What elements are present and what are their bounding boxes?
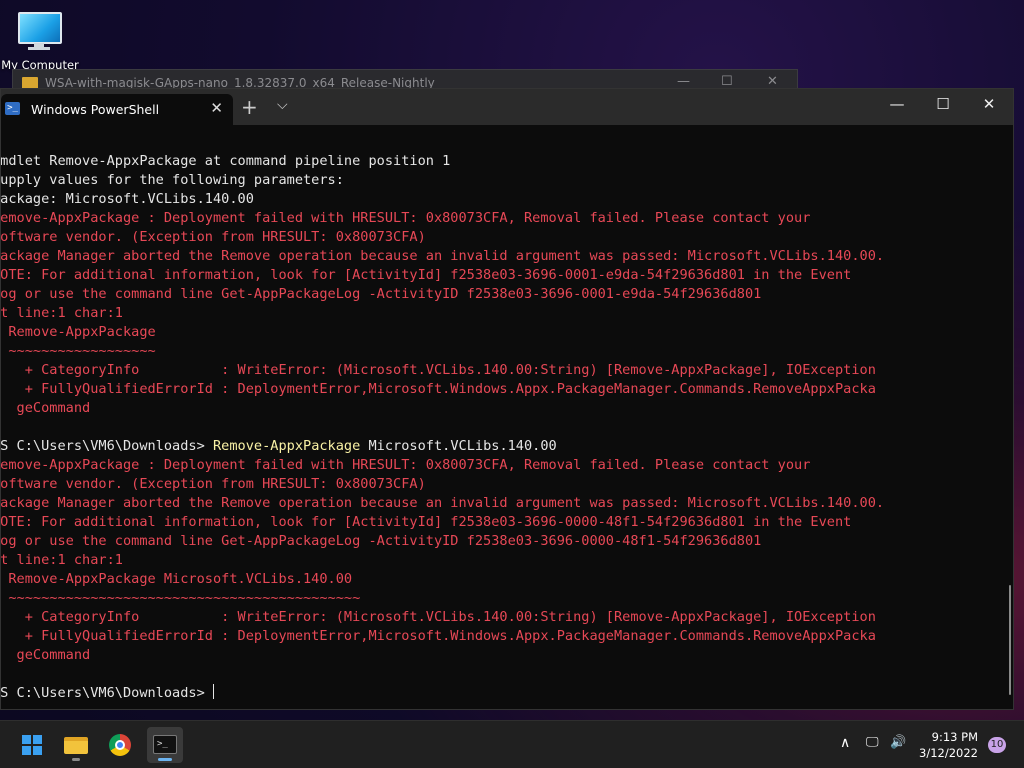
terminal-icon: >_ [153,735,177,754]
terminal-window[interactable]: >_ Windows PowerShell ✕ + ⌵ — ☐ ✕ cmdlet… [0,88,1014,710]
network-icon[interactable]: 🖵 [866,735,879,750]
console-line: + ~~~~~~~~~~~~~~~~~~ [1,343,156,359]
clock-date: 3/12/2022 [919,746,978,760]
start-button[interactable] [14,727,50,763]
clock[interactable]: 9:13 PM 3/12/2022 [919,729,978,761]
text-cursor [212,684,214,699]
console-line: + CategoryInfo : WriteError: (Microsoft.… [1,362,876,378]
console-line: software vendor. (Exception from HRESULT… [1,229,426,245]
console-line: geCommand [1,647,91,663]
console-line: Supply values for the following paramete… [1,172,344,188]
close-button[interactable]: ✕ [979,95,999,113]
console-line: Remove-AppxPackage : Deployment failed w… [1,457,811,473]
console-line: Package: Microsoft.VCLibs.140.00 [1,191,254,207]
terminal-titlebar[interactable]: >_ Windows PowerShell ✕ + ⌵ — ☐ ✕ [1,89,1013,125]
console-line: geCommand [1,400,91,416]
command-argument: Microsoft.VCLibs.140.00 [360,438,557,454]
console-line: Log or use the command line Get-AppPacka… [1,533,762,549]
tab-close-button[interactable]: ✕ [210,99,223,117]
terminal-taskbar-button[interactable]: >_ [147,727,183,763]
clock-time: 9:13 PM [931,730,978,744]
console-scrollbar[interactable] [1009,585,1011,695]
console-line: + FullyQualifiedErrorId : DeploymentErro… [1,628,876,644]
console-line: PS C:\Users\VM6\Downloads> Remove-AppxPa… [1,438,557,454]
console-line: At line:1 char:1 [1,305,123,321]
console-line: Log or use the command line Get-AppPacka… [1,286,762,302]
tab-windows-powershell[interactable]: >_ Windows PowerShell ✕ [1,94,233,125]
console-line: + CategoryInfo : WriteError: (Microsoft.… [1,609,876,625]
console-line: + FullyQualifiedErrorId : DeploymentErro… [1,381,876,397]
file-explorer-button[interactable] [58,727,94,763]
my-computer-desktop-icon[interactable]: My Computer [0,8,79,74]
show-hidden-icons-chevron-icon[interactable]: ∧ [840,735,850,751]
tab-title: Windows PowerShell [31,102,160,117]
console-line: NOTE: For additional information, look f… [1,267,852,283]
chrome-icon [109,734,131,756]
console-line: At line:1 char:1 [1,552,123,568]
powershell-icon: >_ [5,102,20,115]
chrome-button[interactable] [102,727,138,763]
console-line: NOTE: For additional information, look f… [1,514,852,530]
new-tab-button[interactable]: + [241,95,258,119]
console-line: + Remove-AppxPackage Microsoft.VCLibs.14… [1,571,353,587]
console-line: Remove-AppxPackage : Deployment failed w… [1,210,811,226]
command-name: Remove-AppxPackage [212,438,361,454]
volume-icon[interactable]: 🔊 [890,735,906,750]
taskbar: >_ ∧ 🖵 🔊 9:13 PM 3/12/2022 10 [0,720,1024,768]
console-line: + Remove-AppxPackage [1,324,156,340]
maximize-button[interactable]: ☐ [933,95,953,113]
console-line: cmdlet Remove-AppxPackage at command pip… [1,153,451,169]
minimize-button[interactable]: — [887,95,907,113]
notification-badge[interactable]: 10 [988,737,1006,753]
console-output[interactable]: cmdlet Remove-AppxPackage at command pip… [1,125,1001,709]
console-line: software vendor. (Exception from HRESULT… [1,476,426,492]
monitor-icon [18,12,62,44]
windows-icon [22,735,42,755]
console-line: Package Manager aborted the Remove opera… [1,248,885,264]
bg-close-button[interactable]: ✕ [767,74,778,89]
folder-icon [64,737,88,754]
console-line: PS C:\Users\VM6\Downloads> [1,684,214,701]
bg-minimize-button[interactable]: — [677,74,690,89]
console-line: + ~~~~~~~~~~~~~~~~~~~~~~~~~~~~~~~~~~~~~~… [1,590,361,606]
bg-maximize-button[interactable]: ☐ [721,74,733,89]
console-line: Package Manager aborted the Remove opera… [1,495,885,511]
profile-dropdown-button[interactable]: ⌵ [277,97,288,113]
